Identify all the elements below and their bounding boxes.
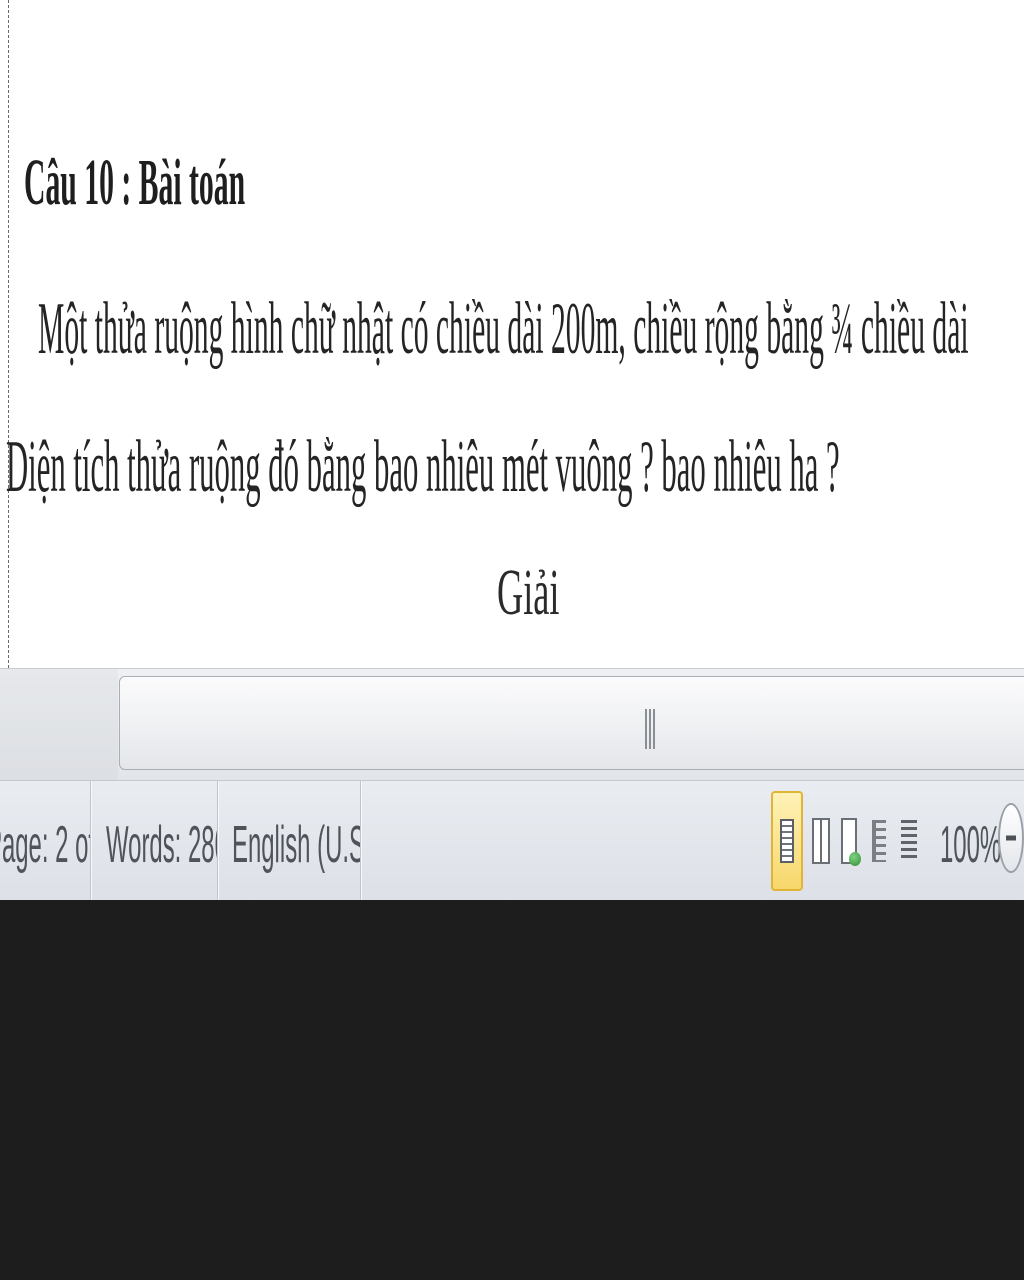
- zoom-level-button[interactable]: 100%: [940, 819, 1001, 871]
- horizontal-scrollbar[interactable]: [0, 668, 1024, 781]
- status-bar: Page: 2 of 2 Words: 280 English (U.S.) 1…: [0, 780, 1024, 901]
- zoom-out-button[interactable]: [998, 803, 1024, 873]
- scrollbar-track-left[interactable]: [0, 669, 118, 781]
- problem-text-line-1: Một thửa ruộng hình chữ nhật có chiều dà…: [38, 288, 969, 370]
- full-screen-reading-view-button[interactable]: [806, 791, 836, 891]
- problem-text-line-2: Diện tích thửa ruộng đó bằng bao nhiêu m…: [6, 426, 840, 508]
- page-count-indicator[interactable]: Page: 2 of 2: [0, 781, 91, 901]
- language-text: English (U.S.): [232, 816, 360, 874]
- page-count-text: Page: 2 of 2: [0, 816, 90, 874]
- document-page[interactable]: Câu 10 : Bài toán Một thửa ruộng hình ch…: [0, 0, 1024, 668]
- word-count-text: Words: 280: [106, 816, 218, 874]
- full-screen-reading-icon: [812, 818, 830, 864]
- scrollbar-thumb[interactable]: [119, 676, 1024, 770]
- web-layout-icon: [841, 818, 861, 866]
- word-window: Câu 10 : Bài toán Một thửa ruộng hình ch…: [0, 0, 1024, 1280]
- language-indicator[interactable]: English (U.S.): [217, 781, 361, 901]
- word-count-indicator[interactable]: Words: 280: [90, 781, 218, 901]
- scrollbar-grip-icon: [645, 709, 657, 749]
- outline-icon: [872, 820, 886, 862]
- outline-view-button[interactable]: [864, 791, 894, 891]
- draft-view-button[interactable]: [894, 791, 924, 891]
- solution-label: Giải: [497, 556, 560, 629]
- web-layout-view-button[interactable]: [834, 791, 864, 891]
- minus-icon: [1006, 835, 1016, 841]
- question-heading: Câu 10 : Bài toán: [24, 146, 246, 219]
- screen-background: [0, 900, 1024, 1280]
- page-margin-guide: [8, 0, 9, 668]
- print-layout-icon: [780, 819, 794, 863]
- print-layout-view-button[interactable]: [771, 791, 803, 891]
- draft-icon: [901, 820, 917, 862]
